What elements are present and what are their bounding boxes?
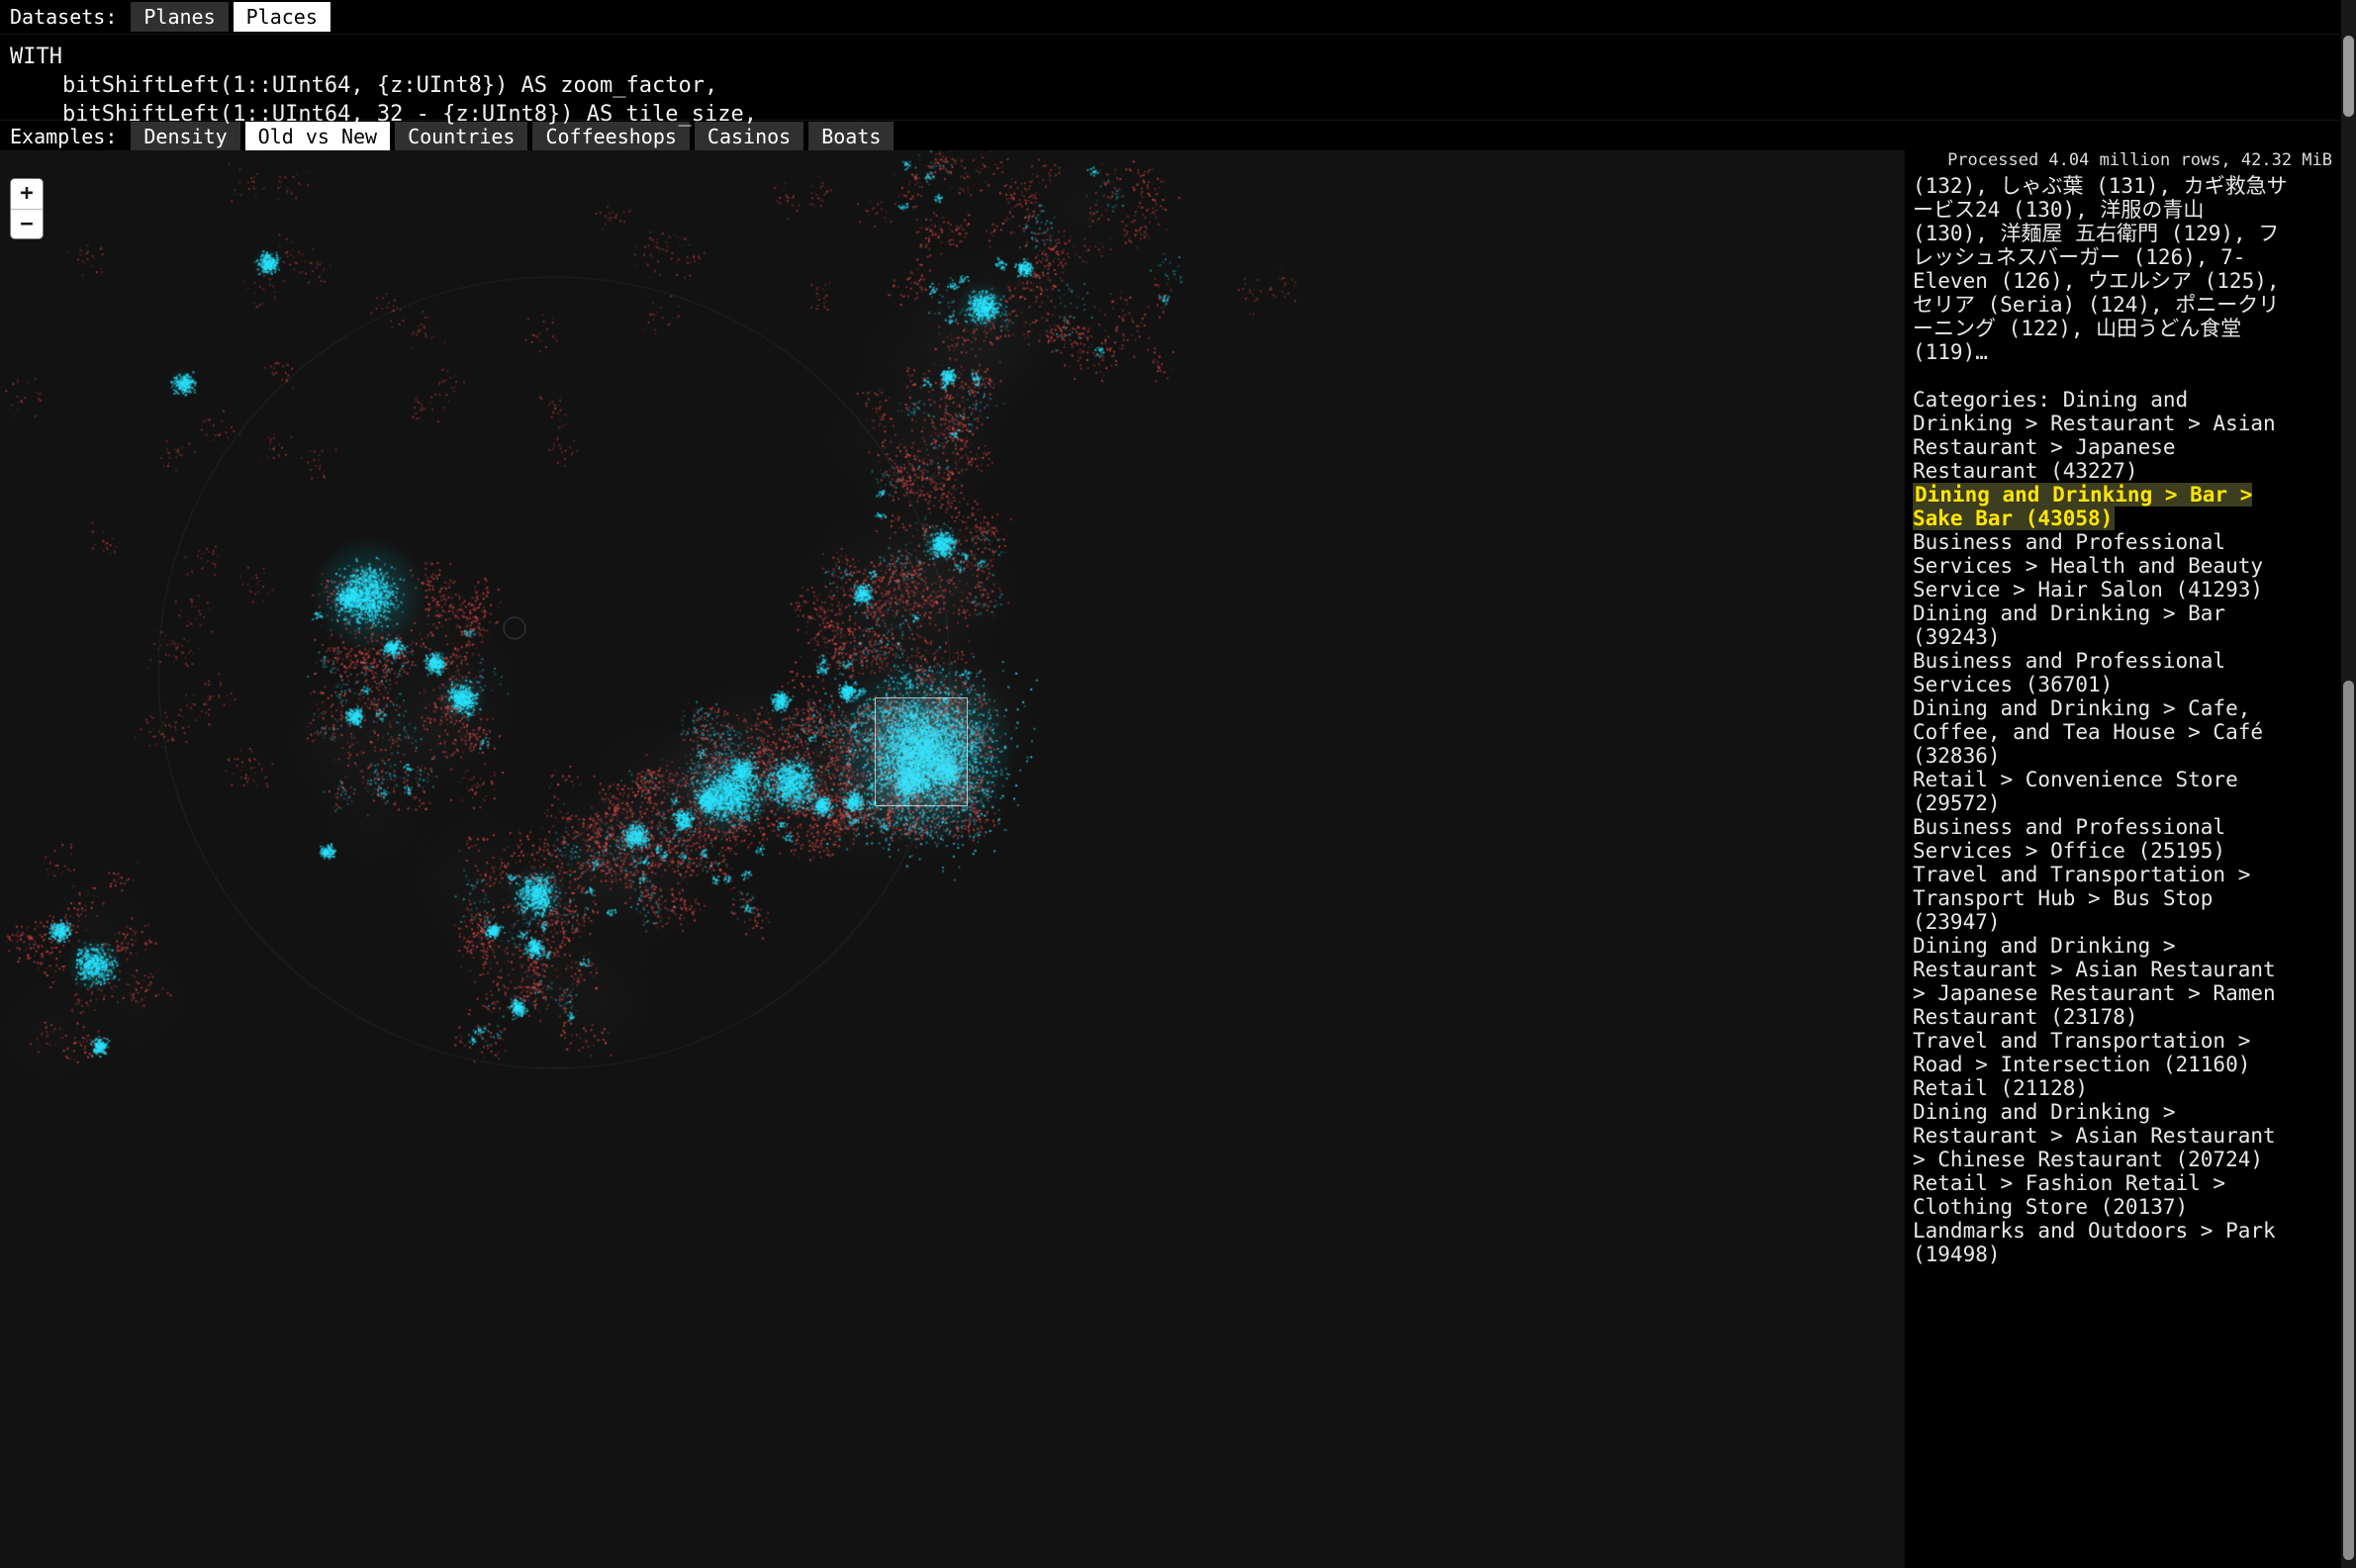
dataset-button-places[interactable]: Places <box>234 2 330 32</box>
main-area: + − Processed 4.04 million rows, 42.32 M… <box>0 150 2356 1568</box>
category-item: Dining and Drinking > Restaurant > Asian… <box>1913 934 2288 1029</box>
results-panel: (132), しゃぶ葉 (131), カギ救急サービス24 (130), 洋服の… <box>1905 150 2341 1568</box>
category-item: Retail > Convenience Store (29572) <box>1913 768 2288 815</box>
editor-scrollbar-thumb[interactable] <box>2343 36 2354 117</box>
datasets-label: Datasets: <box>10 5 117 29</box>
sql-editor[interactable]: WITH bitShiftLeft(1::UInt64, {z:UInt8}) … <box>0 34 2356 120</box>
highlighted-category-text: Dining and Drinking > Bar > Sake Bar (43… <box>1913 483 2252 530</box>
datasets-bar: Datasets: PlanesPlaces <box>0 0 2356 34</box>
category-item: Retail > Fashion Retail > Clothing Store… <box>1913 1171 2288 1219</box>
scrollbar-track <box>2341 0 2356 1568</box>
status-processed: Processed 4.04 million rows, 42.32 MiB <box>1941 150 2338 171</box>
category-item: Landmarks and Outdoors > Park (19498) <box>1913 1219 2288 1266</box>
category-item: Travel and Transportation > Transport Hu… <box>1913 863 2288 934</box>
categories-list: Categories: Dining and Drinking > Restau… <box>1913 388 2333 1266</box>
category-item-highlighted: Dining and Drinking > Bar > Sake Bar (43… <box>1913 483 2288 530</box>
page-scrollbar-thumb[interactable] <box>2343 681 2354 1560</box>
category-item: Business and Professional Services (3670… <box>1913 649 2288 696</box>
map-dots-canvas <box>0 150 1905 1568</box>
sql-code[interactable]: WITH bitShiftLeft(1::UInt64, {z:UInt8}) … <box>0 35 2356 129</box>
map-selection-rectangle[interactable] <box>875 697 968 806</box>
category-item: Business and Professional Services > Hea… <box>1913 530 2288 601</box>
category-item: Dining and Drinking > Restaurant > Asian… <box>1913 1100 2288 1171</box>
category-item: Travel and Transportation > Road > Inter… <box>1913 1029 2288 1076</box>
category-item: Dining and Drinking > Cafe, Coffee, and … <box>1913 696 2288 768</box>
zoom-out-button[interactable]: − <box>11 209 43 238</box>
brands-text: (132), しゃぶ葉 (131), カギ救急サービス24 (130), 洋服の… <box>1913 174 2288 364</box>
zoom-control: + − <box>10 178 44 239</box>
dataset-buttons: PlanesPlaces <box>131 2 330 32</box>
map[interactable]: + − <box>0 150 1905 1568</box>
category-item: Categories: Dining and Drinking > Restau… <box>1913 388 2288 483</box>
dataset-button-planes[interactable]: Planes <box>131 2 228 32</box>
category-item: Dining and Drinking > Bar (39243) <box>1913 601 2288 649</box>
category-item: Business and Professional Services > Off… <box>1913 815 2288 863</box>
zoom-in-button[interactable]: + <box>11 179 43 209</box>
category-item: Retail (21128) <box>1913 1076 2288 1100</box>
